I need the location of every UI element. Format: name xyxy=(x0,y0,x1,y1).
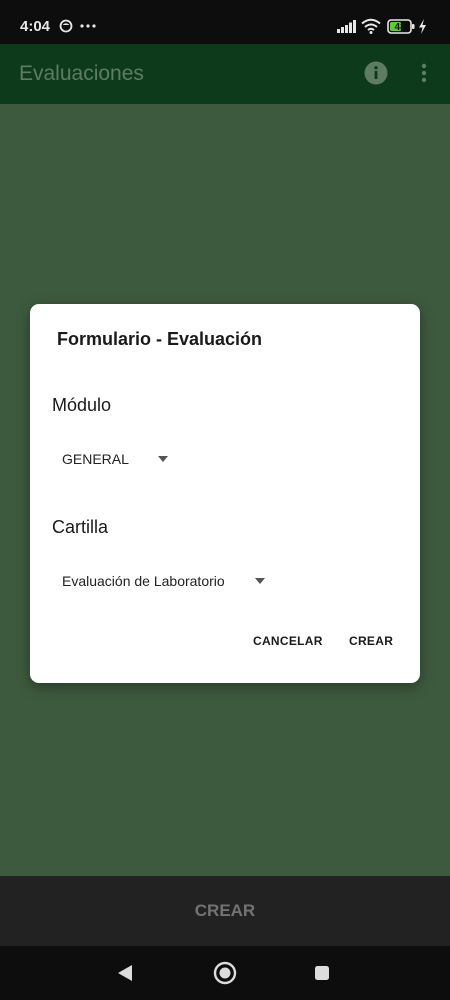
create-button[interactable]: CREAR xyxy=(349,634,393,648)
cartilla-selected-value: Evaluación de Laboratorio xyxy=(62,573,225,589)
bottom-create-button[interactable]: CREAR xyxy=(0,876,450,946)
cancel-button[interactable]: CANCELAR xyxy=(253,634,323,648)
bottom-action-bar: CREAR xyxy=(0,876,450,946)
cartilla-spinner[interactable]: Evaluación de Laboratorio xyxy=(52,563,265,599)
recents-icon[interactable] xyxy=(314,965,330,981)
battery-level: 48 xyxy=(394,22,406,33)
module-spinner[interactable]: GENERAL xyxy=(52,441,168,477)
signal-icon xyxy=(337,20,356,33)
charging-icon xyxy=(419,19,426,34)
status-bar: 4:04 48 xyxy=(0,0,450,44)
module-selected-value: GENERAL xyxy=(62,451,129,467)
face-icon xyxy=(59,19,73,33)
home-icon[interactable] xyxy=(213,961,237,985)
module-label: Módulo xyxy=(52,395,112,415)
more-vert-icon[interactable] xyxy=(420,63,428,83)
back-icon[interactable] xyxy=(117,964,133,982)
dialog-title: Formulario - Evaluación xyxy=(57,329,263,349)
dropdown-arrow-icon xyxy=(157,456,168,462)
app-bar: Evaluaciones xyxy=(0,44,450,104)
info-icon[interactable] xyxy=(364,61,388,85)
dropdown-arrow-icon xyxy=(254,578,265,584)
cartilla-label: Cartilla xyxy=(52,517,109,537)
ellipsis-icon xyxy=(80,24,96,28)
navigation-bar xyxy=(0,946,450,1000)
wifi-icon xyxy=(361,18,381,34)
evaluation-form-dialog: Formulario - Evaluación Módulo GENERAL C… xyxy=(30,304,420,683)
app-title: Evaluaciones xyxy=(19,62,144,85)
status-time: 4:04 xyxy=(20,18,51,35)
